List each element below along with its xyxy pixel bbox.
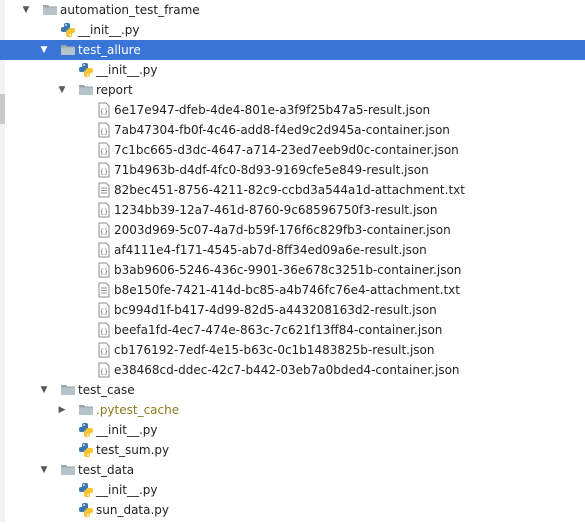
svg-text:{}: {} — [100, 308, 108, 316]
tree-item-label: __init__.py — [78, 23, 140, 37]
folder-icon — [78, 402, 94, 418]
chevron-down-icon[interactable]: ▼ — [56, 80, 68, 100]
tree-folder-test-allure[interactable]: ▼ test_allure — [0, 40, 585, 60]
folder-icon — [60, 462, 76, 478]
project-tree[interactable]: ▼ automation_test_frame __init__.py ▼ test_a… — [0, 0, 585, 520]
json-file-icon: {} — [96, 322, 112, 338]
svg-text:{}: {} — [100, 108, 108, 116]
tree-item-label: test_allure — [78, 43, 141, 57]
tree-file-item[interactable]: {} 7c1bc665-d3dc-4647-a714-23ed7eeb9d0c-c… — [0, 140, 585, 160]
python-file-icon — [78, 442, 94, 458]
json-file-icon: {} — [96, 342, 112, 358]
json-file-icon: {} — [96, 222, 112, 238]
json-file-icon: {} — [96, 102, 112, 118]
tree-item-label: __init__.py — [96, 423, 158, 437]
svg-text:{}: {} — [100, 348, 108, 356]
svg-text:{}: {} — [100, 248, 108, 256]
tree-item-label: 6e17e947-dfeb-4de4-801e-a3f9f25b47a5-res… — [114, 103, 431, 117]
svg-text:{}: {} — [100, 328, 108, 336]
tree-file-item[interactable]: __init__.py — [0, 60, 585, 80]
json-file-icon: {} — [96, 242, 112, 258]
tree-item-label: 2003d969-5c07-4a7d-b59f-176f6c829fb3-con… — [114, 223, 451, 237]
tree-item-label: __init__.py — [96, 63, 158, 77]
tree-file-item[interactable]: __init__.py — [0, 480, 585, 500]
tree-file-item[interactable]: sun_data.py — [0, 500, 585, 520]
tree-item-label: test_data — [78, 463, 135, 477]
tree-folder-pytest-cache[interactable]: ▶ .pytest_cache — [0, 400, 585, 420]
tree-item-label: 7ab47304-fb0f-4c46-add8-f4ed9c2d945a-con… — [114, 123, 450, 137]
tree-file-item[interactable]: {} 71b4963b-d4df-4fc0-8d93-9169cfe5e849-r… — [0, 160, 585, 180]
tree-folder-test-data[interactable]: ▼ test_data — [0, 460, 585, 480]
tree-item-label: test_sum.py — [96, 443, 170, 457]
tree-file-item[interactable]: {} 1234bb39-12a7-461d-8760-9c68596750f3-r… — [0, 200, 585, 220]
chevron-down-icon[interactable]: ▼ — [38, 460, 50, 480]
chevron-right-icon[interactable]: ▶ — [56, 400, 68, 420]
tree-item-label: bc994d1f-b417-4d99-82d5-a443208163d2-res… — [114, 303, 437, 317]
json-file-icon: {} — [96, 362, 112, 378]
json-file-icon: {} — [96, 122, 112, 138]
tree-file-item[interactable]: test_sum.py — [0, 440, 585, 460]
tree-file-item[interactable]: {} b3ab9606-5246-436c-9901-36e678c3251b-c… — [0, 260, 585, 280]
svg-text:{}: {} — [100, 208, 108, 216]
svg-text:{}: {} — [100, 228, 108, 236]
tree-item-label: af4111e4-f171-4545-ab7d-8ff34ed09a6e-res… — [114, 243, 427, 257]
svg-text:{}: {} — [100, 368, 108, 376]
json-file-icon: {} — [96, 142, 112, 158]
svg-text:{}: {} — [100, 268, 108, 276]
tree-item-label: report — [96, 83, 133, 97]
text-file-icon — [96, 182, 112, 198]
tree-item-label: b8e150fe-7421-414d-bc85-a4b746fc76e4-att… — [114, 283, 460, 297]
folder-icon — [42, 2, 58, 18]
tree-file-item[interactable]: __init__.py — [0, 420, 585, 440]
tree-file-item[interactable]: {} bc994d1f-b417-4d99-82d5-a443208163d2-r… — [0, 300, 585, 320]
folder-icon — [60, 382, 76, 398]
tree-file-item[interactable]: {} e38468cd-ddec-42c7-b442-03eb7a0bded4-c… — [0, 360, 585, 380]
tree-item-label: __init__.py — [96, 483, 158, 497]
tree-item-label: automation_test_frame — [60, 3, 200, 17]
tree-item-label: e38468cd-ddec-42c7-b442-03eb7a0bded4-con… — [114, 363, 460, 377]
tree-file-item[interactable]: {} 6e17e947-dfeb-4de4-801e-a3f9f25b47a5-r… — [0, 100, 585, 120]
tree-folder-test-case[interactable]: ▼ test_case — [0, 380, 585, 400]
svg-text:{}: {} — [100, 128, 108, 136]
tree-item-label: sun_data.py — [96, 503, 170, 517]
tree-file-item[interactable]: 82bec451-8756-4211-82c9-ccbd3a544a1d-att… — [0, 180, 585, 200]
folder-icon — [78, 82, 94, 98]
tree-file-item[interactable]: b8e150fe-7421-414d-bc85-a4b746fc76e4-att… — [0, 280, 585, 300]
tree-item-label: 71b4963b-d4df-4fc0-8d93-9169cfe5e849-res… — [114, 163, 429, 177]
tree-folder-automation-test-frame[interactable]: ▼ automation_test_frame — [0, 0, 585, 20]
chevron-down-icon[interactable]: ▼ — [20, 0, 32, 20]
tree-item-label: 1234bb39-12a7-461d-8760-9c68596750f3-res… — [114, 203, 438, 217]
python-file-icon — [78, 62, 94, 78]
json-file-icon: {} — [96, 162, 112, 178]
text-file-icon — [96, 282, 112, 298]
svg-text:{}: {} — [100, 168, 108, 176]
svg-text:{}: {} — [100, 148, 108, 156]
python-file-icon — [60, 22, 76, 38]
json-file-icon: {} — [96, 202, 112, 218]
json-file-icon: {} — [96, 262, 112, 278]
tree-file-item[interactable]: {} af4111e4-f171-4545-ab7d-8ff34ed09a6e-r… — [0, 240, 585, 260]
chevron-down-icon[interactable]: ▼ — [38, 380, 50, 400]
json-file-icon: {} — [96, 302, 112, 318]
tree-folder-report[interactable]: ▼ report — [0, 80, 585, 100]
python-file-icon — [78, 422, 94, 438]
tree-file-item[interactable]: {} 2003d969-5c07-4a7d-b59f-176f6c829fb3-c… — [0, 220, 585, 240]
tree-item-label: b3ab9606-5246-436c-9901-36e678c3251b-con… — [114, 263, 462, 277]
tree-item-label: .pytest_cache — [96, 403, 180, 417]
tree-item-label: beefa1fd-4ec7-474e-863c-7c621f13ff84-con… — [114, 323, 443, 337]
tree-file-item[interactable]: {} beefa1fd-4ec7-474e-863c-7c621f13ff84-c… — [0, 320, 585, 340]
python-file-icon — [78, 502, 94, 518]
python-file-icon — [78, 482, 94, 498]
tree-item-label: 82bec451-8756-4211-82c9-ccbd3a544a1d-att… — [114, 183, 465, 197]
tree-file-item[interactable]: {} 7ab47304-fb0f-4c46-add8-f4ed9c2d945a-c… — [0, 120, 585, 140]
tree-item-label: cb176192-7edf-4e15-b63c-0c1b1483825b-res… — [114, 343, 435, 357]
tree-file-item[interactable]: {} cb176192-7edf-4e15-b63c-0c1b1483825b-r… — [0, 340, 585, 360]
tree-item-label: 7c1bc665-d3dc-4647-a714-23ed7eeb9d0c-con… — [114, 143, 459, 157]
folder-icon — [60, 42, 76, 58]
tree-item-label: test_case — [78, 383, 135, 397]
tree-file-item[interactable]: __init__.py — [0, 20, 585, 40]
chevron-down-icon[interactable]: ▼ — [38, 40, 50, 60]
